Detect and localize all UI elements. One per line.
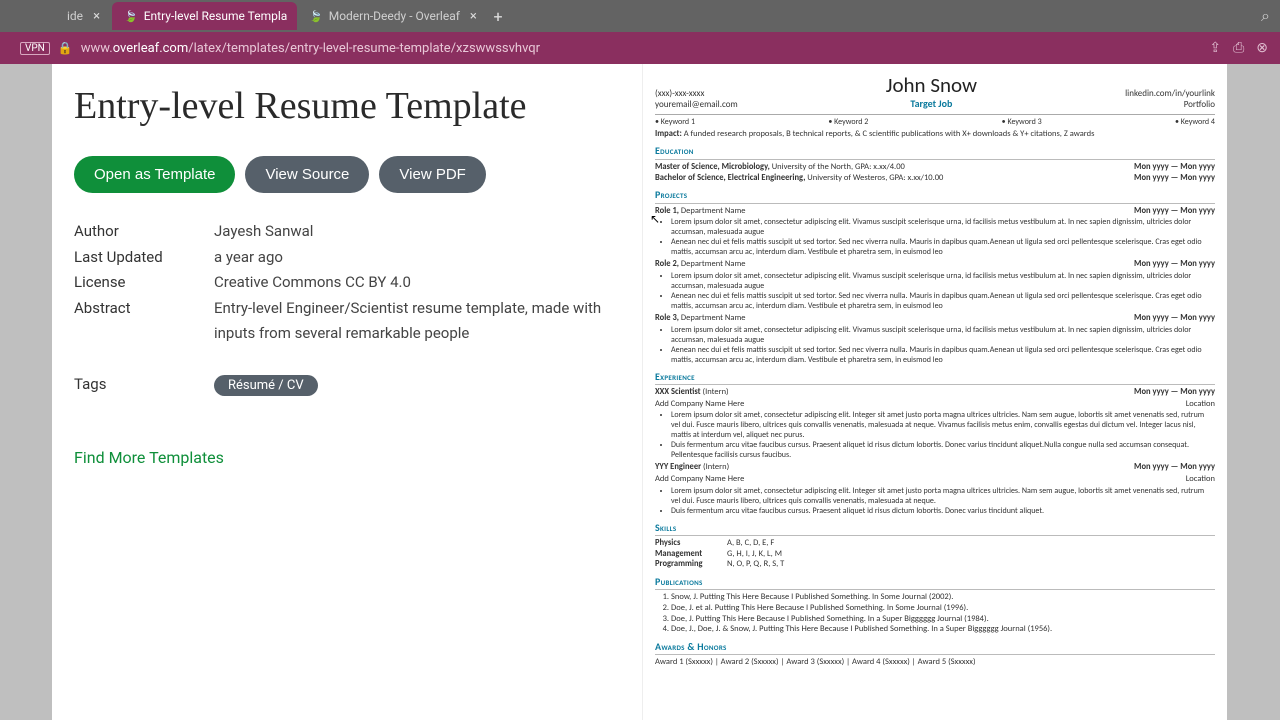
- close-icon[interactable]: ×: [93, 9, 100, 24]
- pub-item: Snow, J. Putting This Here Because I Pub…: [671, 592, 1215, 603]
- screenshot-icon[interactable]: ⎙: [1233, 40, 1244, 56]
- awards-line: Award 1 (Sxxxxx) | Award 2 (Sxxxxx) | Aw…: [655, 657, 1215, 668]
- abstract-label: Abstract: [74, 296, 214, 347]
- tab-label: Modern-Deedy - Overleaf: [329, 9, 460, 23]
- url-text: www.overleaf.com/latex/templates/entry-l…: [81, 41, 1198, 56]
- vpn-badge: VPN: [20, 42, 50, 55]
- license-value: Creative Commons CC BY 4.0: [214, 270, 624, 296]
- close-icon[interactable]: ×: [470, 9, 477, 24]
- target-job: Target Job: [886, 98, 977, 111]
- pdf-preview[interactable]: (xxx)-xxx-xxxx youremail@email.com John …: [642, 64, 1227, 720]
- keywords-row: Keyword 1Keyword 2Keyword 3Keyword 4: [655, 117, 1215, 127]
- portfolio: Portfolio: [1125, 100, 1215, 111]
- lock-icon: 🔒: [58, 41, 73, 55]
- updated-value: a year ago: [214, 245, 624, 271]
- email: youremail@email.com: [655, 100, 738, 111]
- overleaf-icon: 🍃: [124, 9, 138, 23]
- tab-label: ide: [67, 9, 83, 23]
- resume-name: John Snow: [886, 72, 977, 98]
- browser-tab-1[interactable]: ide ×: [55, 2, 112, 30]
- search-icon[interactable]: ⌕: [1261, 6, 1270, 26]
- tag-resume-cv[interactable]: Résumé / CV: [214, 375, 318, 396]
- updated-label: Last Updated: [74, 245, 214, 271]
- license-label: License: [74, 270, 214, 296]
- view-pdf-button[interactable]: View PDF: [379, 156, 485, 193]
- section-skills: Skills: [655, 522, 1215, 537]
- page-title: Entry-level Resume Template: [74, 84, 624, 128]
- new-tab-button[interactable]: +: [486, 4, 510, 28]
- share-icon[interactable]: ⇪: [1209, 40, 1221, 56]
- section-experience: Experience: [655, 371, 1215, 386]
- find-more-templates-link[interactable]: Find More Templates: [74, 448, 224, 467]
- tags-label: Tags: [74, 375, 214, 396]
- template-info-panel: Entry-level Resume Template Open as Temp…: [52, 64, 642, 720]
- browser-tab-3[interactable]: 🍃 Modern-Deedy - Overleaf ×: [297, 2, 482, 30]
- author-value: Jayesh Sanwal: [214, 219, 624, 245]
- view-source-button[interactable]: View Source: [245, 156, 369, 193]
- section-projects: Projects: [655, 189, 1215, 204]
- url-bar[interactable]: VPN 🔒 www.overleaf.com/latex/templates/e…: [0, 32, 1280, 64]
- pub-item: Doe, J. Putting This Here Because I Publ…: [671, 614, 1215, 625]
- page-content: Entry-level Resume Template Open as Temp…: [0, 64, 1280, 720]
- section-publications: Publications: [655, 576, 1215, 591]
- abstract-value: Entry-level Engineer/Scientist resume te…: [214, 296, 624, 347]
- overleaf-icon: 🍃: [309, 9, 323, 23]
- pub-item: Doe, J., Doe, J. & Snow, J. Putting This…: [671, 624, 1215, 635]
- addon-icon[interactable]: ⊗: [1256, 40, 1268, 56]
- divider: [655, 114, 1215, 115]
- pub-item: Doe, J. et al. Putting This Here Because…: [671, 603, 1215, 614]
- section-awards: Awards & Honors: [655, 641, 1215, 656]
- browser-tab-2[interactable]: 🍃 Entry-level Resume Templa ×: [112, 2, 297, 30]
- tab-label: Entry-level Resume Templa: [144, 9, 288, 23]
- section-education: Education: [655, 145, 1215, 160]
- open-as-template-button[interactable]: Open as Template: [74, 156, 235, 193]
- impact-line: Impact: A funded research proposals, B t…: [655, 129, 1215, 140]
- browser-tabstrip: ide × 🍃 Entry-level Resume Templa × 🍃 Mo…: [0, 0, 1280, 32]
- author-label: Author: [74, 219, 214, 245]
